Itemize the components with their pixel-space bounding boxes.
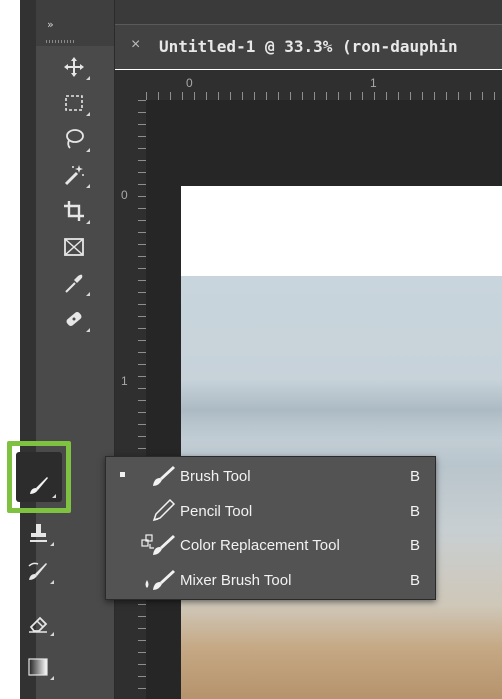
ruler-v-label-1: 1 (121, 374, 128, 388)
bandage-icon (66, 312, 82, 326)
document-tab[interactable]: × Untitled-1 @ 33.3% (ron-dauphin (115, 24, 502, 69)
menu-item-label: Brush Tool (180, 468, 251, 485)
panel-grip[interactable] (46, 40, 76, 43)
menu-item-shortcut: B (410, 572, 421, 589)
tools-panel-header: » (36, 0, 114, 46)
menu-item-mixer-brush-tool[interactable]: Mixer Brush Tool B (106, 563, 435, 597)
eraser-icon (29, 616, 48, 633)
horizontal-ruler-ticks (146, 92, 502, 100)
rectangular-marquee-icon (65, 95, 83, 111)
selected-indicator (120, 472, 125, 477)
marquee-tool[interactable] (56, 86, 92, 120)
ruler-h-label-0: 0 (186, 76, 193, 90)
magic-wand-icon (64, 165, 84, 186)
gradient-icon (28, 658, 48, 676)
gradient-tool[interactable] (20, 650, 56, 684)
document-tab-bar: × Untitled-1 @ 33.3% (ron-dauphin (115, 0, 502, 69)
panel-edge (20, 0, 36, 699)
vertical-ruler-ticks (138, 100, 146, 699)
frame-icon (64, 238, 84, 256)
menu-item-shortcut: B (410, 537, 421, 554)
healing-brush-tool[interactable] (56, 302, 92, 336)
eyedropper-icon (65, 274, 83, 293)
menu-item-label: Pencil Tool (180, 503, 253, 520)
frame-tool[interactable] (56, 230, 92, 264)
menu-item-label: Color Replacement Tool (180, 537, 340, 554)
ruler-v-label-0: 0 (121, 188, 128, 202)
menu-item-shortcut: B (410, 503, 421, 520)
menu-item-brush-tool[interactable]: Brush Tool B (106, 459, 435, 493)
crop-icon (64, 201, 84, 221)
move-tool[interactable] (56, 50, 92, 84)
brush-icon (140, 462, 180, 490)
color-replacement-icon (140, 531, 180, 559)
brush-tool[interactable] (20, 468, 58, 502)
move-icon (64, 57, 84, 77)
history-brush-icon (28, 562, 47, 580)
magic-wand-tool[interactable] (56, 158, 92, 192)
ruler-origin[interactable] (115, 70, 146, 100)
menu-item-color-replacement-tool[interactable]: Color Replacement Tool B (106, 528, 435, 562)
menu-item-shortcut: B (410, 468, 421, 485)
ruler-h-label-1: 1 (370, 76, 377, 90)
document-tab-title: Untitled-1 @ 33.3% (ron-dauphin (159, 37, 458, 56)
brush-tools-flyout-menu: Brush Tool B Pencil Tool B Color Replace… (105, 456, 436, 600)
brush-icon (30, 477, 48, 494)
lasso-tool[interactable] (56, 122, 92, 156)
eraser-tool[interactable] (20, 606, 56, 640)
menu-item-pencil-tool[interactable]: Pencil Tool B (106, 494, 435, 528)
history-brush-tool[interactable] (20, 554, 56, 588)
canvas-white-area[interactable] (181, 186, 502, 276)
mixer-brush-icon (140, 566, 180, 594)
vertical-ruler[interactable]: 0 1 (115, 100, 146, 699)
close-tab-icon[interactable]: × (131, 36, 140, 54)
crop-tool[interactable] (56, 194, 92, 228)
eyedropper-tool[interactable] (56, 266, 92, 300)
menu-item-label: Mixer Brush Tool (180, 572, 292, 589)
horizontal-ruler[interactable]: 0 1 (146, 70, 502, 101)
pencil-icon (140, 497, 180, 525)
lasso-icon (66, 129, 84, 149)
canvas-haze (181, 380, 502, 440)
collapse-panel-button[interactable]: » (47, 18, 54, 31)
clone-stamp-tool[interactable] (20, 516, 56, 550)
stamp-icon (30, 524, 47, 542)
